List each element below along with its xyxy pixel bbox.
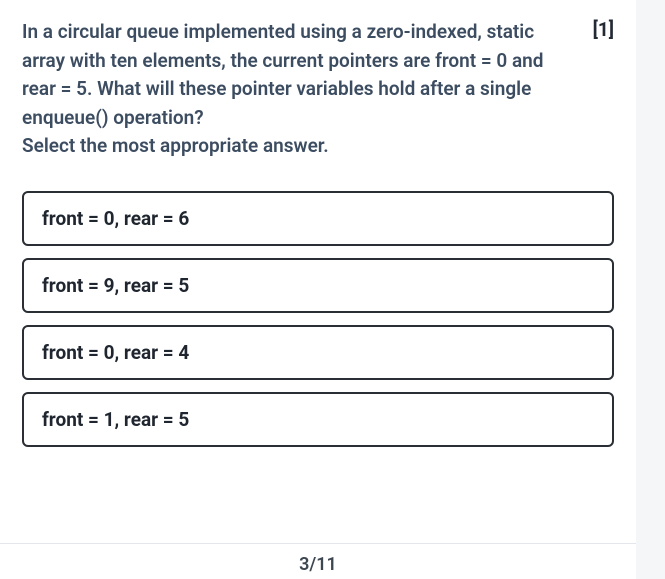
question-instruction: Select the most appropriate answer. — [22, 132, 569, 161]
answer-option[interactable]: front = 9, rear = 5 — [22, 258, 614, 313]
question-stem: In a circular queue implemented using a … — [22, 18, 569, 132]
question-marks: [1] — [593, 18, 614, 41]
options-list: front = 0, rear = 6 front = 9, rear = 5 … — [22, 191, 614, 447]
answer-option[interactable]: front = 0, rear = 6 — [22, 191, 614, 246]
question-header-row: In a circular queue implemented using a … — [22, 18, 614, 161]
question-text-block: In a circular queue implemented using a … — [22, 18, 569, 161]
answer-option[interactable]: front = 0, rear = 4 — [22, 325, 614, 380]
pagination-footer: 3/11 — [0, 543, 636, 579]
answer-option[interactable]: front = 1, rear = 5 — [22, 392, 614, 447]
pagination-label: 3/11 — [299, 554, 337, 575]
question-card: In a circular queue implemented using a … — [0, 0, 636, 579]
